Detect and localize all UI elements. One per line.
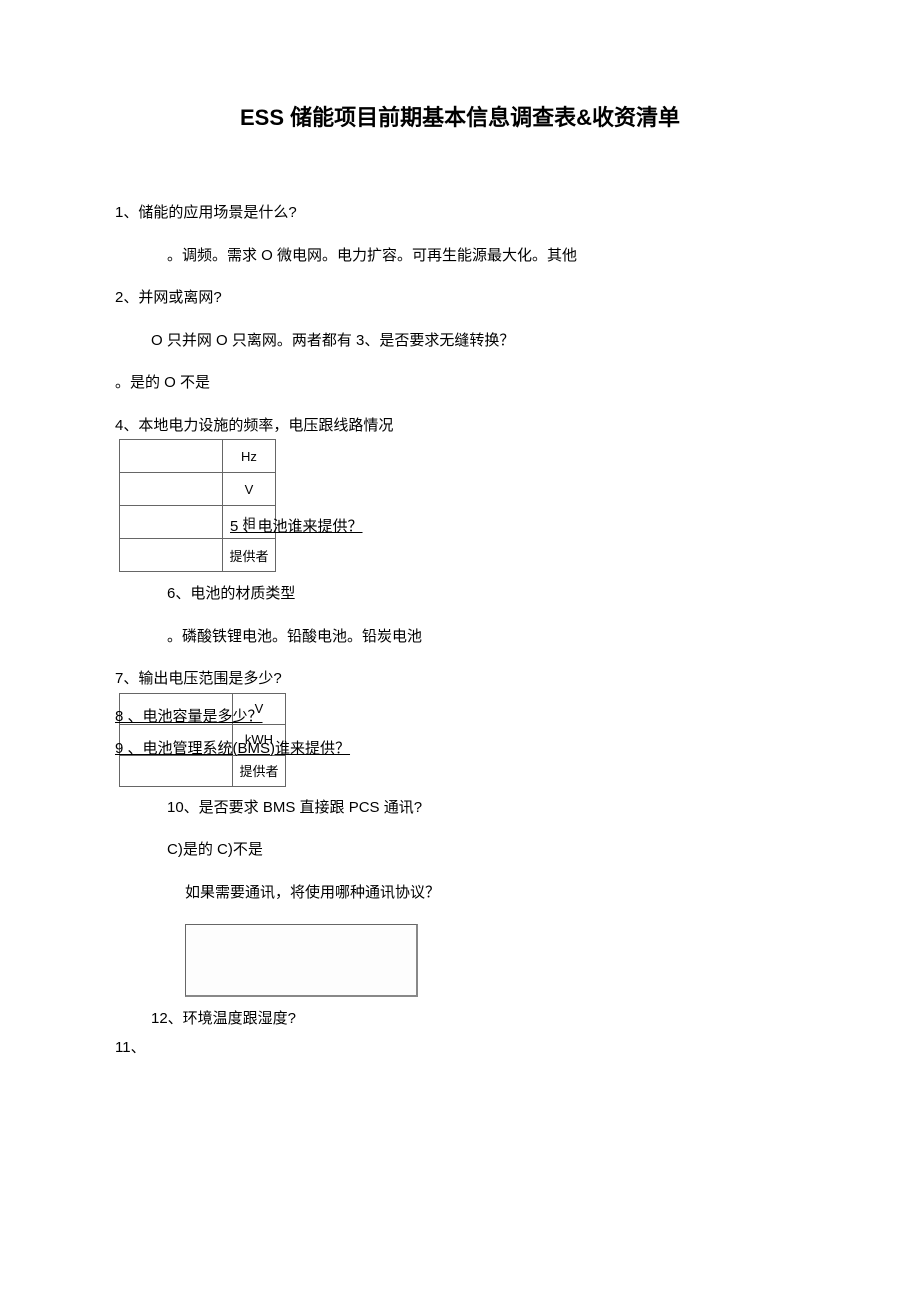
q4-label: 4、本地电力设施的频率，电压跟线路情况 — [115, 415, 805, 438]
bms-provider-label: 提供者 — [233, 755, 286, 786]
q10-options: C)是的 C)不是 — [115, 839, 805, 862]
q11-label: 11、 — [115, 1036, 805, 1057]
facility-table: Hz V 相 提供者 — [119, 439, 276, 572]
q12-label: 12、环境温度跟湿度? — [151, 1007, 805, 1028]
q3-answer: 。是的 O 不是 — [115, 372, 805, 395]
q9-label: 9 、电池管理系统(BMS)谁来提供？ — [115, 737, 350, 758]
q5-label: 5 、电池谁来提供？ — [230, 515, 363, 536]
q7-label: 7、输出电压范围是多少? — [115, 668, 805, 691]
q2-label: 2、并网或离网? — [115, 287, 805, 310]
freq-unit: Hz — [223, 440, 276, 473]
provider-label: 提供者 — [223, 539, 276, 572]
protocol-input-box[interactable] — [185, 924, 418, 997]
q2-options: O 只并网 O 只离网。两者都有 3、是否要求无缝转换？ — [115, 330, 805, 353]
q1-options: 。调频。需求 O 微电网。电力扩容。可再生能源最大化。其他 — [115, 245, 805, 268]
q10-sub: 如果需要通讯，将使用哪种通讯协议？ — [115, 882, 805, 905]
q6-options: 。磷酸铁锂电池。铅酸电池。铅炭电池 — [115, 626, 805, 649]
voltage-unit: V — [223, 473, 276, 506]
q8-label: 8 、电池容量是多少？ — [115, 705, 263, 726]
page-title: ESS 储能项目前期基本信息调查表&收资清单 — [115, 100, 805, 132]
q1-label: 1、储能的应用场景是什么? — [115, 202, 805, 225]
q10-label: 10、是否要求 BMS 直接跟 PCS 通讯? — [115, 797, 805, 820]
q6-label: 6、电池的材质类型 — [115, 583, 805, 606]
